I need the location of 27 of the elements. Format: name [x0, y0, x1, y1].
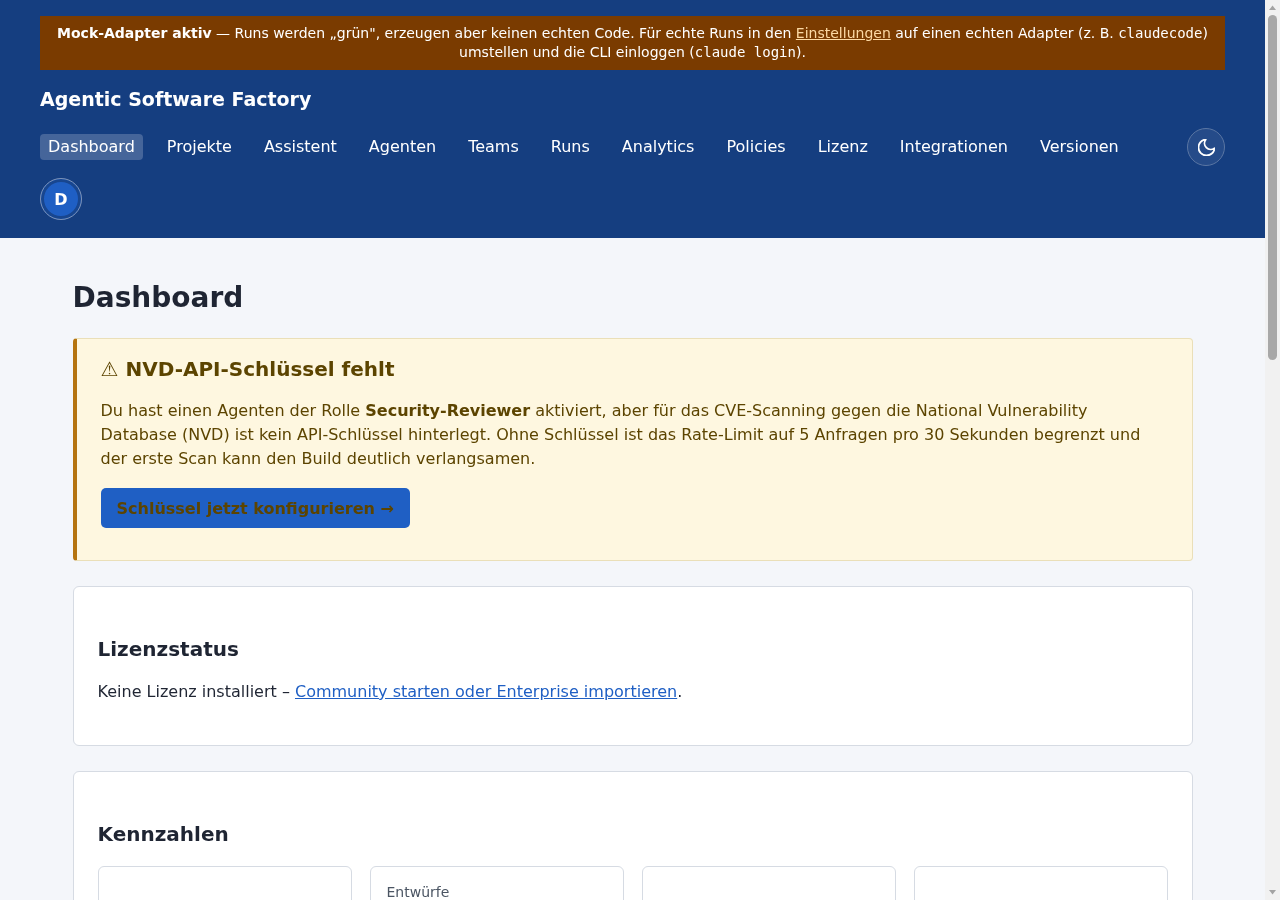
moon-icon: [1197, 138, 1215, 156]
settings-link[interactable]: Einstellungen: [795, 25, 891, 41]
stat-label: Entwürfe: [386, 883, 451, 900]
warning-text: Du hast einen Agenten der Rolle Security-Reviewer aktiviert, aber für das CVE-Scanning gegen die National Vulnerability Database (NVD) ist kein API-Schlüssel hinterlegt. Ohne Schlüssel ist das Rate-Limit auf 5 Anfragen pro 30 Sekunden begrenzt und der erste Scan kann den Build deutlich verlangsamen.: [100, 400, 1142, 470]
scrollbar[interactable]: [1265, 0, 1280, 900]
nav-link[interactable]: Versionen: [1031, 134, 1127, 160]
license-status-text: Keine Lizenz installiert – Community starten oder Enterprise importieren.: [97, 681, 684, 703]
nav-link[interactable]: Projekte: [158, 134, 240, 160]
nav-link[interactable]: Teams: [460, 134, 527, 160]
license-link[interactable]: Community starten oder Enterprise importieren: [295, 682, 678, 701]
nav-link[interactable]: Runs: [542, 134, 598, 160]
mock-adapter-banner: Mock-Adapter aktiv — Runs werden „grün", erzeugen aber keinen echten Code. Für echte Runs in den Einstellungen auf einen echten Adapter (z. B. claudecode) umstellen und die CLI einloggen (claude login).: [40, 16, 1225, 70]
nav-link[interactable]: Agenten: [360, 134, 445, 160]
warning-title: NVD-API-Schlüssel fehlt: [125, 356, 395, 383]
nav-link[interactable]: Assistent: [255, 134, 345, 160]
theme-toggle-button[interactable]: [1187, 128, 1225, 166]
user-avatar[interactable]: D: [40, 178, 82, 220]
nav-link[interactable]: Dashboard: [40, 134, 143, 160]
nav-link[interactable]: Policies: [718, 134, 794, 160]
warning-icon: ⚠: [100, 355, 119, 383]
section-title: Kennzahlen: [97, 821, 230, 848]
page-title: Dashboard: [72, 280, 245, 316]
section-title: Lizenzstatus: [97, 636, 240, 663]
app-title: Agentic Software Factory: [40, 87, 313, 112]
nav-link[interactable]: Analytics: [613, 134, 703, 160]
nav-link[interactable]: Integrationen: [891, 134, 1016, 160]
nav-link[interactable]: Lizenz: [809, 134, 876, 160]
